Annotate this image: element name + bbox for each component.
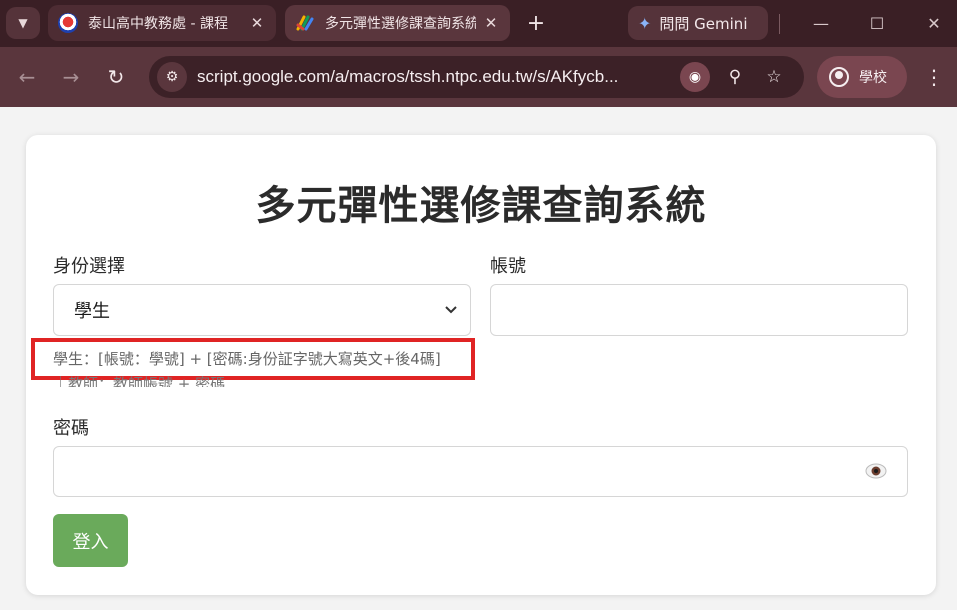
identity-label: 身份選擇 (53, 256, 125, 277)
identity-select[interactable]: 學生 (53, 284, 471, 336)
apps-script-icon (295, 13, 315, 33)
tab-title: 多元彈性選修課查詢系統 (325, 16, 476, 32)
tab-title: 泰山高中教務處 - 課程 (88, 16, 228, 32)
close-icon[interactable]: ✕ (248, 14, 266, 32)
maximize-icon[interactable]: ☐ (862, 9, 892, 37)
divider (779, 14, 780, 34)
page-title: 多元彈性選修課查詢系統 (255, 183, 707, 229)
zoom-icon[interactable]: ⚲ (720, 62, 750, 92)
url-text[interactable]: script.google.com/a/macros/tssh.ntpc.edu… (197, 67, 667, 87)
school-logo-icon (58, 13, 78, 33)
google-lens-icon[interactable]: ◉ (680, 62, 710, 92)
chevron-down-icon (444, 299, 458, 319)
eye-icon[interactable] (865, 463, 887, 479)
gemini-button[interactable]: ✦ 問問 Gemini (628, 6, 768, 40)
identity-selected-value: 學生 (74, 301, 110, 322)
account-input[interactable] (490, 284, 908, 336)
tab-search-button[interactable]: ▼ (6, 7, 40, 39)
minimize-icon[interactable]: — (806, 9, 836, 37)
more-menu-icon[interactable]: ⋮ (921, 62, 947, 92)
password-input[interactable] (53, 446, 908, 497)
new-tab-button[interactable]: + (522, 9, 550, 37)
close-icon[interactable]: ✕ (482, 14, 500, 32)
teacher-hint: ｜教師：教師帳號 + 密碼 (53, 375, 226, 387)
tab-strip: ▼ 泰山高中教務處 - 課程 ✕ 多元彈性選修課查詢系統 ✕ + ✦ 問問 Ge… (0, 0, 957, 47)
login-button[interactable]: 登入 (53, 514, 128, 567)
profile-label: 學校 (859, 70, 887, 86)
reload-icon[interactable]: ↻ (101, 62, 131, 92)
tab-school-office[interactable]: 泰山高中教務處 - 課程 ✕ (48, 5, 276, 41)
account-label: 帳號 (490, 256, 526, 277)
back-arrow-icon[interactable]: ← (12, 62, 42, 92)
password-label: 密碼 (53, 418, 89, 439)
profile-button[interactable]: 學校 (817, 56, 907, 98)
site-info-icon[interactable]: ⚙ (157, 62, 187, 92)
gemini-sparkle-icon: ✦ (638, 13, 652, 33)
chevron-down-icon: ▼ (18, 16, 28, 30)
student-hint: 學生：[帳號：學號] + [密碼:身份証字號大寫英文+後4碼] (53, 350, 441, 368)
bookmark-star-icon[interactable]: ☆ (759, 62, 789, 92)
gemini-label: 問問 Gemini (659, 14, 748, 33)
tab-course-query[interactable]: 多元彈性選修課查詢系統 ✕ (285, 5, 510, 41)
account-icon (829, 67, 849, 87)
address-bar[interactable]: ⚙ script.google.com/a/macros/tssh.ntpc.e… (149, 56, 804, 98)
browser-toolbar: ← → ↻ ⚙ script.google.com/a/macros/tssh.… (0, 47, 957, 107)
forward-arrow-icon[interactable]: → (56, 62, 86, 92)
window-close-icon[interactable]: ✕ (919, 9, 949, 37)
login-card: 多元彈性選修課查詢系統 身份選擇 學生 帳號 學生：[帳號：學號] + [密碼:… (26, 135, 936, 595)
